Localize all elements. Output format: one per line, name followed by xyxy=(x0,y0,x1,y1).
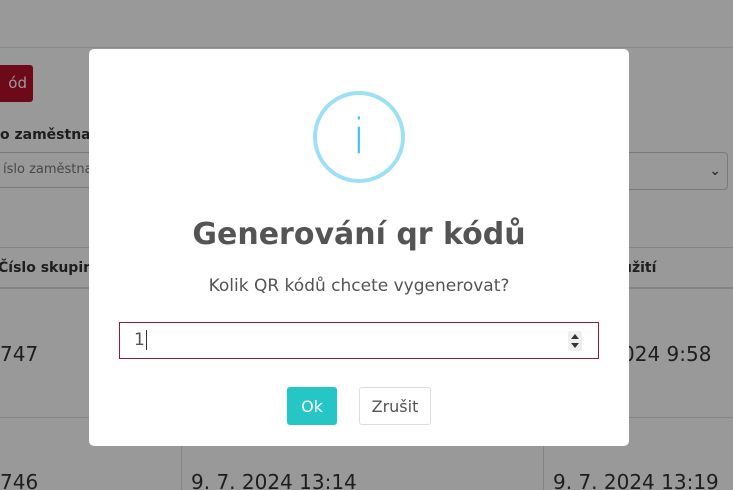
dialog-message: Kolik QR kódů chcete vygenerovat? xyxy=(208,276,510,296)
ok-button[interactable]: Ok xyxy=(287,387,337,425)
number-stepper[interactable] xyxy=(568,331,582,351)
qr-generate-dialog: i Generování qr kódů Kolik QR kódů chcet… xyxy=(89,49,629,446)
cancel-button[interactable]: Zrušit xyxy=(359,387,431,425)
qr-count-input[interactable]: 1 xyxy=(119,322,599,359)
text-caret xyxy=(145,330,147,350)
dialog-title: Generování qr kódů xyxy=(192,217,526,252)
info-icon: i xyxy=(313,91,405,183)
stepper-up-icon[interactable] xyxy=(571,334,579,339)
stepper-down-icon[interactable] xyxy=(571,343,579,348)
qr-count-value: 1 xyxy=(134,330,145,350)
